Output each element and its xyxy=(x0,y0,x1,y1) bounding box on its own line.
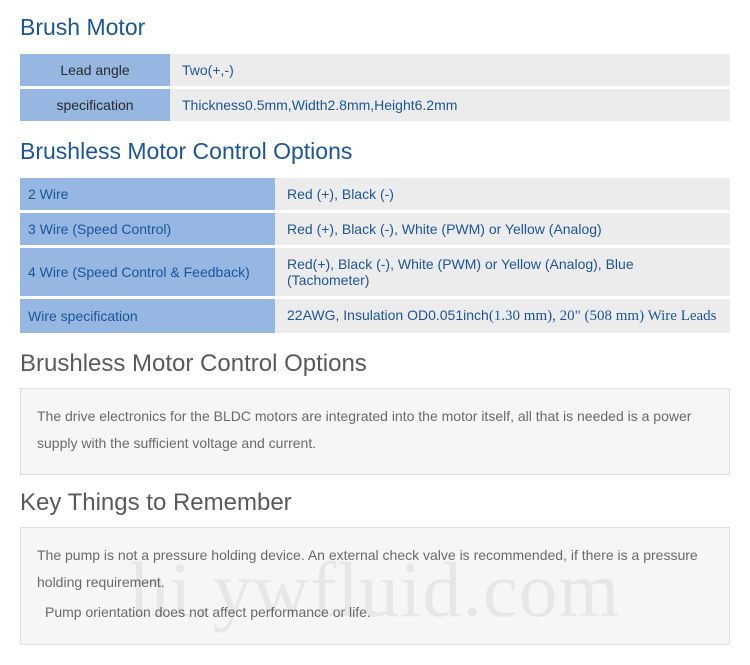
row-value: Two(+,-) xyxy=(170,54,730,86)
section-brush-motor-title: Brush Motor xyxy=(20,14,730,41)
row-label: Lead angle xyxy=(20,54,170,86)
row-value: Red (+), Black (-), White (PWM) or Yello… xyxy=(275,213,730,245)
brushless-info-box: The drive electronics for the BLDC motor… xyxy=(20,388,730,475)
table-row: Wire specification 22AWG, Insulation OD0… xyxy=(20,299,730,333)
row-value: Thickness0.5mm,Width2.8mm,Height6.2mm xyxy=(170,89,730,121)
section-key-things-title: Key Things to Remember xyxy=(20,489,730,517)
table-row: 3 Wire (Speed Control) Red (+), Black (-… xyxy=(20,213,730,245)
table-row: Lead angle Two(+,-) xyxy=(20,54,730,86)
row-label: Wire specification xyxy=(20,299,275,333)
row-label: specification xyxy=(20,89,170,121)
row-label: 4 Wire (Speed Control & Feedback) xyxy=(20,248,275,296)
info-text: Pump orientation does not affect perform… xyxy=(37,599,713,626)
section-brushless-info-title: Brushless Motor Control Options xyxy=(20,350,730,378)
table-row: 4 Wire (Speed Control & Feedback) Red(+)… xyxy=(20,248,730,296)
row-value: Red (+), Black (-) xyxy=(275,178,730,210)
section-brushless-options-title: Brushless Motor Control Options xyxy=(20,138,730,165)
row-label: 3 Wire (Speed Control) xyxy=(20,213,275,245)
row-label: 2 Wire xyxy=(20,178,275,210)
info-text: The pump is not a pressure holding devic… xyxy=(37,542,713,595)
key-things-box: The pump is not a pressure holding devic… xyxy=(20,527,730,645)
brushless-options-table: 2 Wire Red (+), Black (-) 3 Wire (Speed … xyxy=(20,175,730,336)
brush-motor-table: Lead angle Two(+,-) specification Thickn… xyxy=(20,51,730,124)
row-value: Red(+), Black (-), White (PWM) or Yellow… xyxy=(275,248,730,296)
row-value: 22AWG, Insulation OD0.051inch(1.30 mm), … xyxy=(275,299,730,333)
table-row: specification Thickness0.5mm,Width2.8mm,… xyxy=(20,89,730,121)
table-row: 2 Wire Red (+), Black (-) xyxy=(20,178,730,210)
info-text: The drive electronics for the BLDC motor… xyxy=(37,403,713,456)
